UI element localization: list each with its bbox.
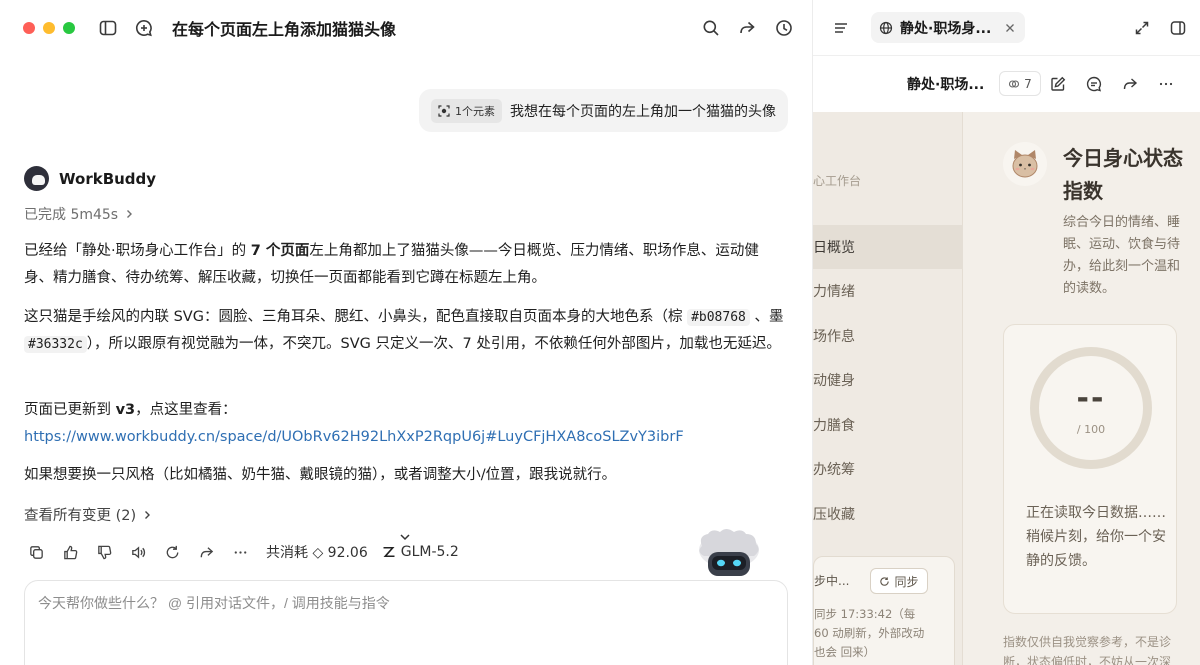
sidebar-toggle-icon[interactable] — [97, 17, 119, 39]
thumbs-up-icon[interactable] — [60, 542, 80, 562]
mascot-robot-icon[interactable] — [694, 528, 764, 580]
view-changes-label: 查看所有变更 (2) — [24, 508, 137, 524]
preview-toolbar: 静处·职场... 7 — [813, 56, 1200, 112]
version-count: 7 — [1024, 76, 1032, 91]
preview-brand: 心工作台 — [813, 174, 862, 188]
chat-title: 在每个页面左上角添加猫猫头像 — [172, 20, 397, 39]
user-message-text: 我想在每个页面的左上角加一个猫猫的头像 — [510, 103, 776, 120]
score-value: -- — [1076, 381, 1106, 416]
window-zoom-button[interactable] — [63, 22, 75, 34]
share-icon[interactable] — [1121, 75, 1139, 93]
p3-text: 页面已更新到 — [24, 402, 116, 418]
nav-item-schedule[interactable]: 场作息 — [813, 314, 963, 358]
nav-item-relax[interactable]: 压收藏 — [813, 492, 963, 536]
nav-item-stress[interactable]: 力情绪 — [813, 269, 963, 313]
chat-pane: 在每个页面左上角添加猫猫头像 1个元素 我想在每个页面的左上角加一个猫猫的头像 … — [0, 0, 812, 665]
menu-icon[interactable] — [832, 19, 850, 37]
versions-icon — [1009, 79, 1020, 88]
message-composer[interactable] — [24, 580, 788, 665]
more-icon[interactable] — [1157, 75, 1175, 93]
user-message-bubble: 1个元素 我想在每个页面的左上角加一个猫猫的头像 — [419, 89, 788, 132]
globe-icon — [879, 21, 893, 34]
view-changes-link[interactable]: 查看所有变更 (2) — [24, 504, 152, 525]
assistant-paragraph-2: 这只猫是手绘风的内联 SVG：圆脸、三角耳朵、腮红、小鼻头，配色直接取自页面本身… — [24, 304, 786, 358]
page-preview: 心工作台 日概览 力情绪 场作息 动健身 力膳食 办统筹 压收藏 步中... 同… — [813, 112, 1200, 665]
preview-pane: 静处·职场身... 静处·职场... 7 心工作台 日概览 力情绪 场作息 动健… — [812, 0, 1200, 665]
version-label: v3 — [115, 402, 136, 418]
model-logo-icon — [383, 547, 395, 557]
page-title: 今日身心状态指数 — [1063, 146, 1183, 203]
page-footnote: 指数仅供自我觉察参考，不是诊断，状态偏低时，不妨从一次深 — [1003, 635, 1172, 665]
tab-preview[interactable]: 静处·职场身... — [871, 12, 1025, 43]
sync-note: 同步 17:33:42（每 60 动刷新，外部改动也会 回来） — [814, 607, 925, 659]
more-icon[interactable] — [230, 542, 250, 562]
token-cost: 共消耗 ◇ 92.06 — [266, 545, 368, 561]
page-description: 综合今日的情绪、睡眠、运动、饮食与待办，给此刻一个温和的读数。 — [1063, 215, 1181, 296]
score-card: -- / 100 正在读取今日数据……稍候片刻，给你一个安静的反馈。 — [1003, 324, 1177, 614]
search-icon[interactable] — [700, 17, 722, 39]
element-select-icon — [438, 104, 450, 117]
tab-label: 静处·职场身... — [900, 20, 992, 37]
nav-item-overview[interactable]: 日概览 — [813, 225, 963, 269]
completion-status[interactable]: 已完成 5m45s — [24, 204, 134, 224]
p2-text-mid: 、墨 — [749, 309, 784, 325]
assistant-paragraph-4: 如果想要换一只风格（比如橘猫、奶牛猫、戴眼镜的猫），或者调整大小/位置，跟我说就… — [24, 467, 617, 483]
model-name: GLM-5.2 — [400, 544, 459, 560]
selected-element-chip[interactable]: 1个元素 — [431, 98, 502, 123]
edit-icon[interactable] — [1049, 75, 1067, 93]
message-input[interactable] — [38, 595, 758, 611]
comment-icon[interactable] — [1085, 75, 1103, 93]
nav-item-fitness[interactable]: 动健身 — [813, 358, 963, 402]
nav-item-todo[interactable]: 办统筹 — [813, 447, 963, 491]
sync-button[interactable]: 同步 — [870, 568, 928, 594]
regenerate-icon[interactable] — [162, 542, 182, 562]
assistant-avatar — [24, 166, 49, 191]
thumbs-down-icon[interactable] — [94, 542, 114, 562]
assistant-header: WorkBuddy — [24, 166, 156, 191]
close-icon[interactable] — [1003, 21, 1017, 35]
chevron-right-icon — [145, 510, 151, 519]
chat-titlebar: 在每个页面左上角添加猫猫头像 — [0, 0, 812, 56]
chevron-right-icon — [127, 210, 133, 218]
p1-text: 已经给「静处·职场身心工作台」的 — [24, 243, 251, 259]
assistant-name: WorkBuddy — [59, 169, 157, 188]
sync-panel: 步中... 同步 同步 17:33:42（每 60 动刷新，外部改动也会 回来） — [813, 556, 955, 665]
cat-avatar-icon — [1003, 142, 1047, 186]
version-badge[interactable]: 7 — [999, 71, 1041, 96]
p2-text: 这只猫是手绘风的内联 SVG：圆脸、三角耳朵、腮红、小鼻头，配色直接取自页面本身… — [24, 309, 688, 325]
preview-tabbar: 静处·职场身... — [813, 0, 1200, 56]
message-actions: 共消耗 ◇ 92.06 GLM-5.2 — [26, 542, 459, 562]
completion-status-text: 已完成 5m45s — [24, 207, 119, 223]
refresh-icon — [880, 576, 890, 586]
forward-icon[interactable] — [196, 542, 216, 562]
speaker-icon[interactable] — [128, 542, 148, 562]
preview-link[interactable]: https://www.workbuddy.cn/space/d/UObRv62… — [24, 429, 684, 445]
preview-title: 静处·职场... — [907, 77, 985, 93]
score-max: / 100 — [1076, 423, 1106, 436]
selected-element-label: 1个元素 — [455, 104, 495, 118]
p2-text-end: ），所以跟原有视觉融为一体，不突兀。SVG 只定义一次、7 处引用，不依赖任何外… — [86, 336, 781, 352]
model-label: GLM-5.2 — [382, 544, 459, 560]
sync-button-label: 同步 — [894, 574, 919, 589]
window-close-button[interactable] — [23, 22, 35, 34]
panel-toggle-icon[interactable] — [1169, 19, 1187, 37]
assistant-paragraph-3: 页面已更新到 v3，点这里查看： https://www.workbuddy.c… — [24, 397, 786, 451]
color-code-ink: #36332c — [24, 336, 87, 353]
copy-icon[interactable] — [26, 542, 46, 562]
preview-main: 今日身心状态指数 综合今日的情绪、睡眠、运动、饮食与待办，给此刻一个温和的读数。… — [963, 112, 1200, 665]
window-minimize-button[interactable] — [43, 22, 55, 34]
preview-sidebar: 心工作台 日概览 力情绪 场作息 动健身 力膳食 办统筹 压收藏 步中... 同… — [813, 112, 963, 665]
sync-status: 步中... — [814, 574, 850, 588]
share-icon[interactable] — [736, 17, 758, 39]
score-message: 正在读取今日数据……稍候片刻，给你一个安静的反馈。 — [1026, 505, 1166, 569]
color-code-brown: #b08768 — [687, 309, 750, 326]
p3-text-end: ，点这里查看： — [135, 402, 237, 418]
new-chat-icon[interactable] — [133, 17, 155, 39]
assistant-paragraph-1: 已经给「静处·职场身心工作台」的 7 个页面左上角都加上了猫猫头像——今日概览、… — [24, 238, 786, 292]
nav-item-diet[interactable]: 力膳食 — [813, 403, 963, 447]
expand-icon[interactable] — [1133, 19, 1151, 37]
p1-bold: 7 个页面 — [250, 243, 310, 259]
history-icon[interactable] — [773, 17, 795, 39]
